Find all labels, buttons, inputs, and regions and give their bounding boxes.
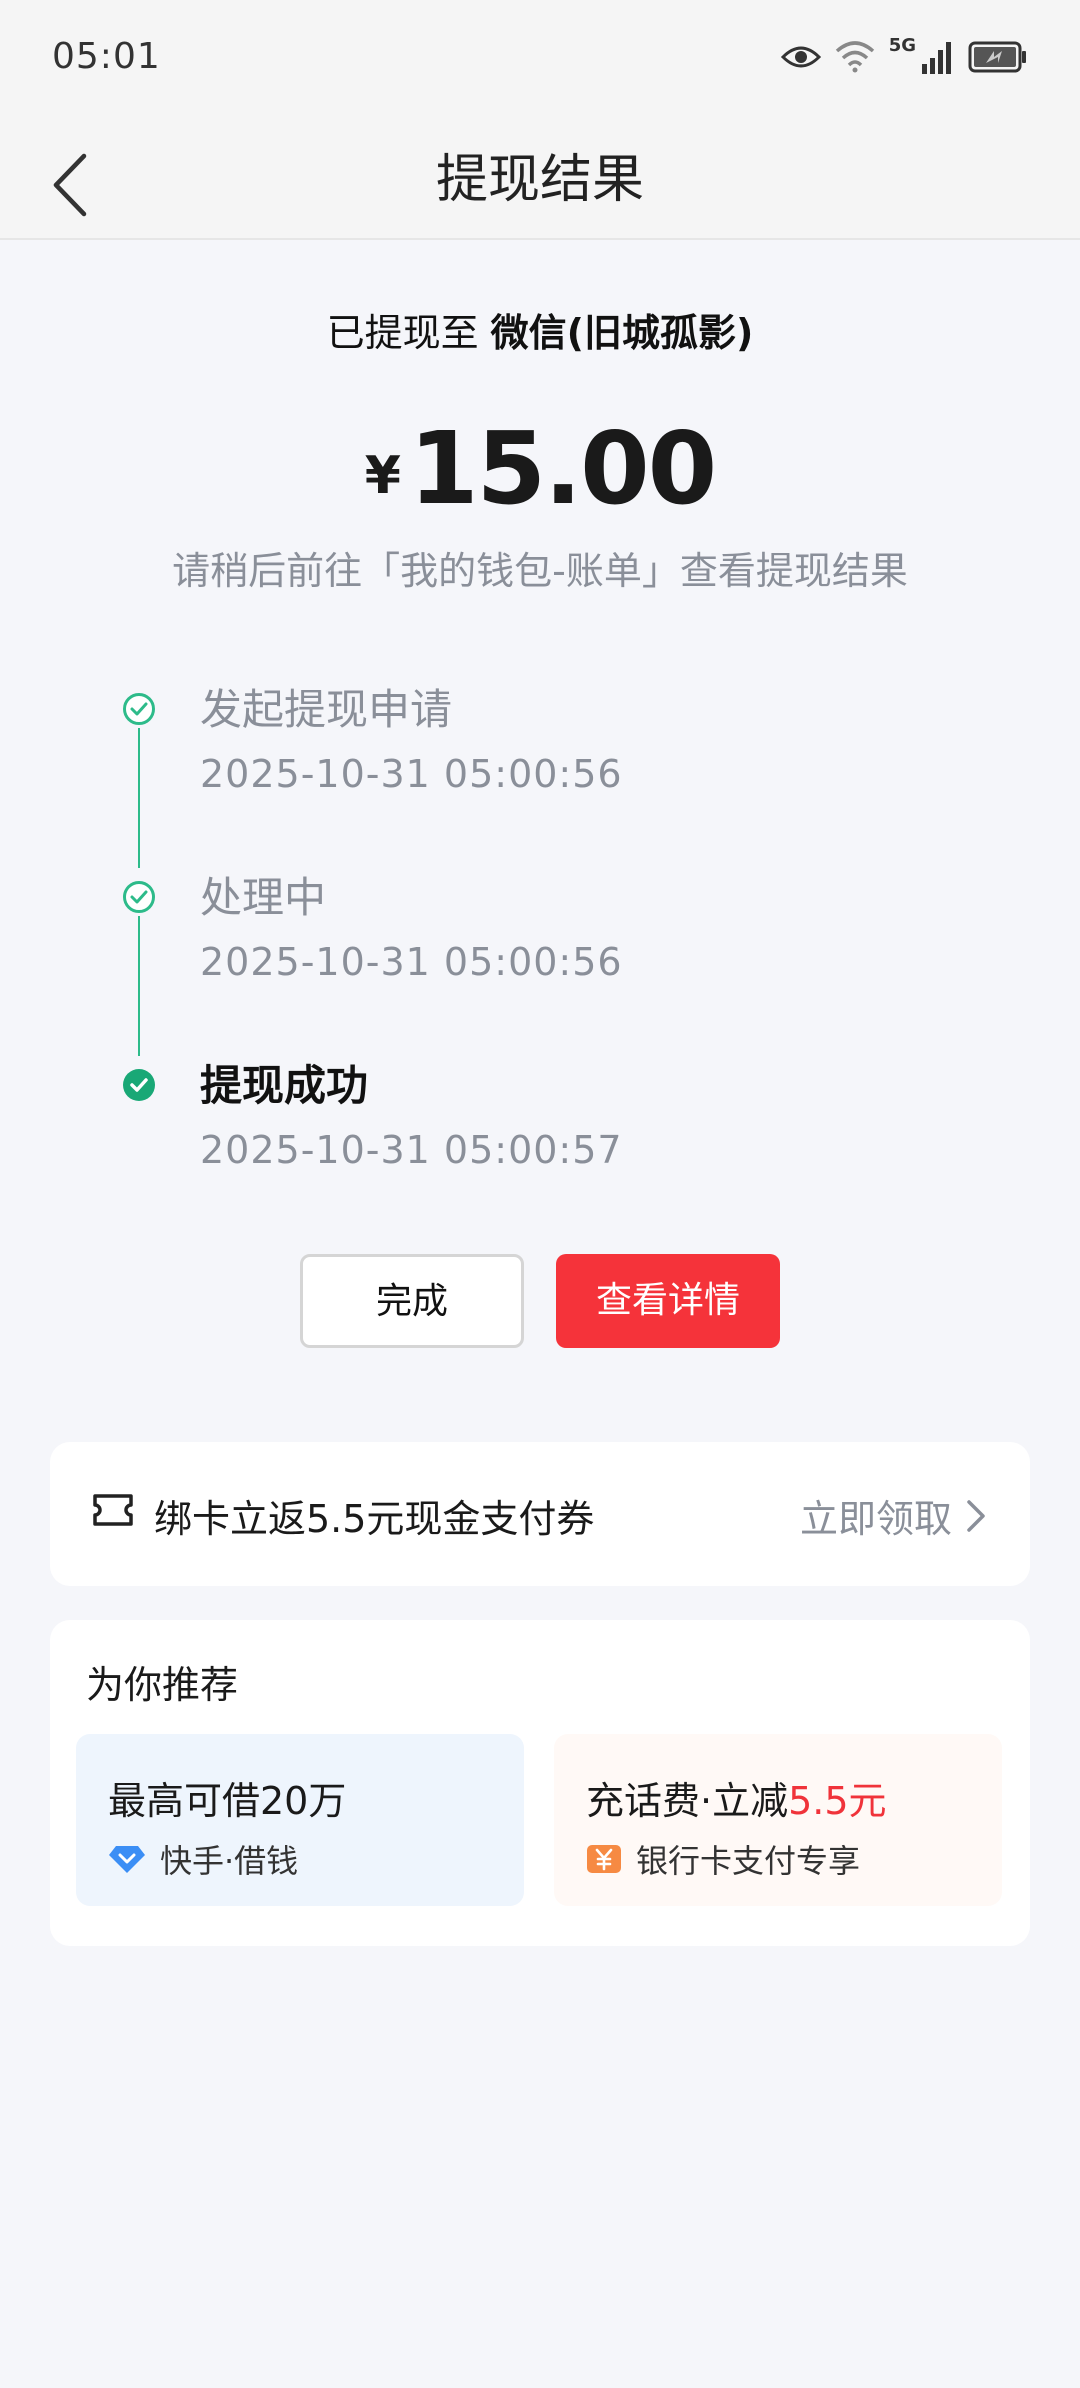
status-time: 05:01 (52, 36, 161, 77)
status-bar: 05:01 5G (0, 0, 1080, 120)
destination-prefix: 已提现至 (326, 311, 479, 355)
timeline-step: 处理中 2025-10-31 05:00:56 (120, 868, 920, 1008)
step-time: 2025-10-31 05:00:56 (200, 940, 623, 984)
step-time: 2025-10-31 05:00:57 (200, 1128, 623, 1172)
result-hint: 请稍后前往「我的钱包-账单」查看提现结果 (172, 549, 908, 593)
withdraw-amount: ¥15.00 (0, 410, 1080, 527)
step-title: 提现成功 (200, 1061, 369, 1110)
cellular-signal-icon (922, 42, 951, 74)
ticket-icon (93, 1494, 133, 1526)
promo-card[interactable]: 绑卡立返5.5元现金支付券 立即领取 (50, 1442, 1030, 1586)
network-type: 5G (888, 34, 916, 56)
recommend-title-highlight: 5.5元 (788, 1779, 887, 1823)
recommend-title-prefix: 充话费·立减 (586, 1779, 789, 1823)
view-details-button[interactable]: 查看详情 (556, 1254, 780, 1348)
recommend-item-phone-recharge[interactable]: 充话费·立减5.5元 银行卡支付专享 (554, 1734, 1002, 1906)
step-title: 发起提现申请 (200, 685, 453, 734)
claim-now-label: 立即领取 (799, 1497, 952, 1541)
recommend-item-title: 最高可借20万 (108, 1779, 347, 1823)
recommend-item-loan[interactable]: 最高可借20万 快手·借钱 (76, 1734, 524, 1906)
check-circle-filled-icon (123, 1069, 155, 1101)
amount-value: 15.00 (408, 410, 717, 527)
recommend-card: 为你推荐 最高可借20万 快手·借钱 充话费·立减5.5元 银行卡支付专享 (50, 1620, 1030, 1946)
step-time: 2025-10-31 05:00:56 (200, 752, 623, 796)
wifi-icon (835, 41, 874, 73)
recommend-item-subtitle: 快手·借钱 (160, 1842, 299, 1880)
page-title: 提现结果 (435, 150, 644, 210)
recommend-item-title: 充话费·立减5.5元 (586, 1770, 887, 1825)
destination-name: 微信(旧城孤影) (490, 311, 754, 355)
promo-text: 绑卡立返5.5元现金支付券 (154, 1497, 595, 1541)
nav-bar: 提现结果 (0, 120, 1080, 240)
recommend-item-subtitle-row: 快手·借钱 (108, 1836, 298, 1882)
yuan-coupon-icon (587, 1845, 621, 1873)
recommend-item-subtitle: 银行卡支付专享 (636, 1842, 861, 1880)
timeline-step: 提现成功 2025-10-31 05:00:57 (120, 1056, 920, 1196)
withdraw-destination: 已提现至 微信(旧城孤影) (0, 302, 1080, 357)
step-title: 处理中 (200, 873, 327, 922)
diamond-icon (109, 1846, 145, 1873)
check-circle-outline-icon (123, 881, 155, 913)
recommend-title: 为你推荐 (86, 1663, 239, 1707)
check-circle-outline-icon (123, 693, 155, 725)
currency-symbol: ¥ (364, 446, 401, 506)
chevron-right-icon (967, 1499, 985, 1532)
recommend-item-subtitle-row: 银行卡支付专享 (586, 1836, 860, 1882)
done-button[interactable]: 完成 (300, 1254, 524, 1348)
battery-charging-icon (968, 41, 1026, 73)
status-icons: 5G (780, 34, 1028, 80)
claim-now-link[interactable]: 立即领取 (800, 1488, 986, 1543)
timeline-step: 发起提现申请 2025-10-31 05:00:56 (120, 680, 920, 820)
eye-icon (780, 46, 821, 68)
progress-timeline: 发起提现申请 2025-10-31 05:00:56 处理中 2025-10-3… (120, 680, 920, 1200)
